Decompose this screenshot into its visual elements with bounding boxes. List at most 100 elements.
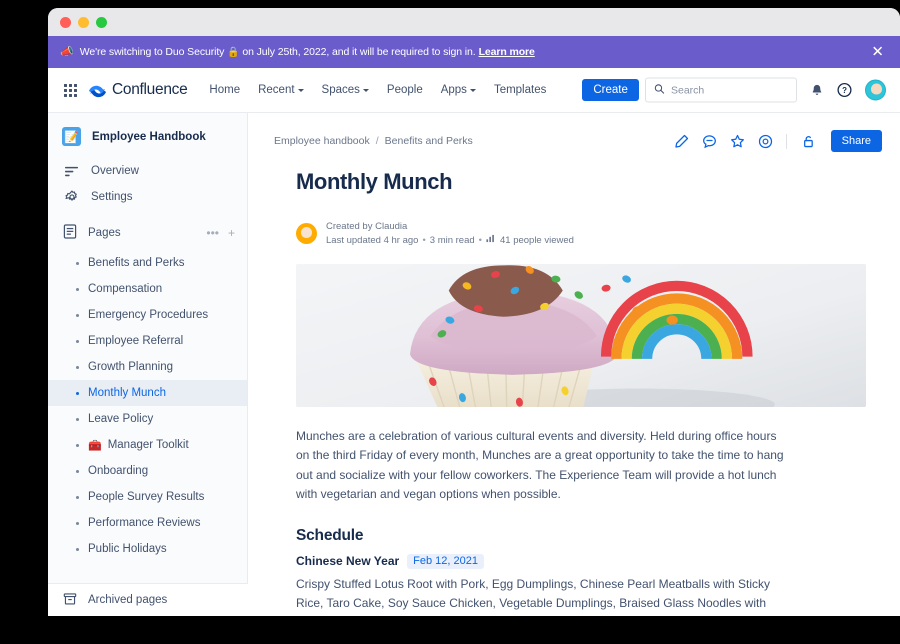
sidebar-page-label: Performance Reviews	[88, 517, 201, 529]
sidebar-item-settings[interactable]: Settings	[48, 184, 247, 210]
space-notebook-icon: 📝	[62, 127, 81, 146]
sidebar-page-performance-reviews[interactable]: Performance Reviews	[48, 510, 247, 536]
author-avatar[interactable]	[296, 223, 317, 244]
sidebar-page-leave-policy[interactable]: Leave Policy	[48, 406, 247, 432]
help-question-icon[interactable]: ?	[837, 82, 852, 98]
sidebar-page-growth-planning[interactable]: Growth Planning	[48, 354, 247, 380]
sidebar-page-label: Manager Toolkit	[107, 439, 189, 451]
byline-separator: •	[422, 234, 426, 246]
nav-link-templates[interactable]: Templates	[494, 84, 546, 96]
megaphone-icon: 📣	[60, 45, 74, 58]
screenshot-root: 📣 We're switching to Duo Security 🔒 on J…	[0, 0, 900, 644]
sidebar-page-label: Growth Planning	[88, 361, 174, 373]
chevron-down-icon	[297, 89, 304, 92]
sidebar-page-label: Emergency Procedures	[88, 309, 209, 321]
sidebar-page-label: Monthly Munch	[88, 387, 166, 399]
schedule-heading: Schedule	[296, 526, 364, 544]
bullet-icon	[76, 443, 79, 447]
sidebar-page-label: Compensation	[88, 283, 163, 295]
sidebar-item-overview[interactable]: Overview	[48, 158, 247, 184]
nav-link-apps[interactable]: Apps	[441, 84, 476, 96]
nav-link-spaces[interactable]: Spaces	[322, 84, 369, 96]
brand-name-label: Confluence	[112, 81, 188, 98]
sidebar-page-emergency-procedures[interactable]: Emergency Procedures	[48, 302, 247, 328]
window-maximize-button[interactable]	[96, 16, 107, 28]
bullet-icon	[76, 521, 79, 525]
bullet-icon	[76, 547, 79, 551]
nav-link-templates-label: Templates	[493, 84, 547, 96]
top-navigation: Confluence Home Recent Spaces People App…	[48, 68, 900, 113]
byline-views: 41 people viewed	[499, 234, 574, 246]
sidebar-page-public-holidays[interactable]: Public Holidays	[48, 536, 247, 562]
notification-bell-icon[interactable]	[810, 83, 824, 97]
restrictions-lock-icon[interactable]	[800, 134, 815, 149]
share-button[interactable]: Share	[830, 130, 882, 152]
nav-link-apps-label: Apps	[440, 84, 467, 96]
sidebar-item-settings-label: Settings	[91, 191, 133, 203]
bullet-icon	[76, 495, 79, 499]
window-minimize-button[interactable]	[78, 16, 89, 28]
sidebar-page-label: Benefits and Perks	[88, 257, 185, 269]
sidebar-page-benefits-and-perks[interactable]: Benefits and Perks	[48, 250, 247, 276]
banner-text-after: on July 25th, 2022, and it will be requi…	[242, 46, 476, 58]
byline-created-by: Created by Claudia	[326, 221, 408, 232]
chevron-down-icon	[362, 89, 369, 92]
banner-close-icon[interactable]: ✕	[871, 45, 884, 60]
create-button[interactable]: Create	[582, 79, 639, 101]
archived-pages-label: Archived pages	[88, 594, 168, 606]
pages-add-icon[interactable]: +	[228, 227, 235, 239]
banner-learn-more-link[interactable]: Learn more	[479, 46, 535, 58]
sidebar-item-overview-label: Overview	[91, 165, 139, 177]
edit-pencil-icon[interactable]	[674, 134, 689, 149]
breadcrumb-item-benefits-and-perks[interactable]: Benefits and Perks	[385, 135, 473, 147]
nav-link-recent[interactable]: Recent	[258, 84, 304, 96]
nav-link-home-label: Home	[209, 84, 241, 96]
breadcrumb-item-employee-handbook[interactable]: Employee handbook	[274, 135, 370, 147]
byline-separator: •	[478, 234, 482, 246]
bullet-icon	[76, 313, 79, 317]
search-input[interactable]	[671, 84, 788, 96]
sidebar-page-label: Onboarding	[88, 465, 149, 477]
star-icon[interactable]	[730, 134, 745, 149]
pages-section-actions: ••• +	[206, 227, 235, 239]
user-avatar[interactable]	[865, 79, 886, 101]
sidebar-page-label: Leave Policy	[88, 413, 154, 425]
pages-section-label: Pages	[88, 227, 121, 239]
announcement-banner: 📣 We're switching to Duo Security 🔒 on J…	[48, 36, 900, 68]
search-box[interactable]	[645, 77, 797, 103]
comment-icon[interactable]	[702, 134, 717, 149]
sidebar-page-compensation[interactable]: Compensation	[48, 276, 247, 302]
primary-nav-links: Home Recent Spaces People Apps Templates…	[209, 79, 639, 101]
bullet-icon	[76, 365, 79, 369]
breadcrumb-separator: /	[375, 135, 379, 147]
schedule-event-menu: Crispy Stuffed Lotus Root with Pork, Egg…	[296, 576, 770, 616]
bullet-icon	[76, 469, 79, 473]
sidebar-page-monthly-munch[interactable]: Monthly Munch	[48, 380, 247, 406]
browser-window: 📣 We're switching to Duo Security 🔒 on J…	[48, 8, 900, 616]
chevron-down-icon	[469, 89, 476, 92]
space-sidebar: 📝 Employee Handbook Overview Settings Pa…	[48, 113, 248, 616]
nav-right-cluster: ?	[645, 77, 886, 103]
nav-link-spaces-label: Spaces	[321, 84, 360, 96]
svg-text:?: ?	[842, 86, 847, 95]
watch-eye-icon[interactable]	[758, 134, 773, 149]
page-tree-list: Benefits and Perks Compensation Emergenc…	[48, 250, 247, 562]
sidebar-page-onboarding[interactable]: Onboarding	[48, 458, 247, 484]
sidebar-page-employee-referral[interactable]: Employee Referral	[48, 328, 247, 354]
sidebar-page-manager-toolkit[interactable]: 🧰 Manager Toolkit	[48, 432, 247, 458]
app-body: 📝 Employee Handbook Overview Settings Pa…	[48, 113, 900, 616]
pages-more-icon[interactable]: •••	[206, 227, 219, 239]
archived-pages-item[interactable]: Archived pages	[48, 583, 248, 616]
nav-link-home[interactable]: Home	[209, 84, 240, 96]
space-header[interactable]: 📝 Employee Handbook	[48, 113, 247, 158]
confluence-brand[interactable]: Confluence	[89, 81, 188, 99]
page-paragraph: Munches are a celebration of various cul…	[296, 429, 784, 502]
sidebar-page-people-survey-results[interactable]: People Survey Results	[48, 484, 247, 510]
overview-lines-icon	[63, 165, 80, 178]
analytics-chart-icon	[486, 234, 496, 246]
bullet-icon	[76, 391, 79, 395]
window-close-button[interactable]	[60, 16, 71, 28]
nav-link-people[interactable]: People	[387, 84, 423, 96]
app-switcher-grid-icon[interactable]	[64, 83, 77, 97]
bullet-icon	[76, 339, 79, 343]
